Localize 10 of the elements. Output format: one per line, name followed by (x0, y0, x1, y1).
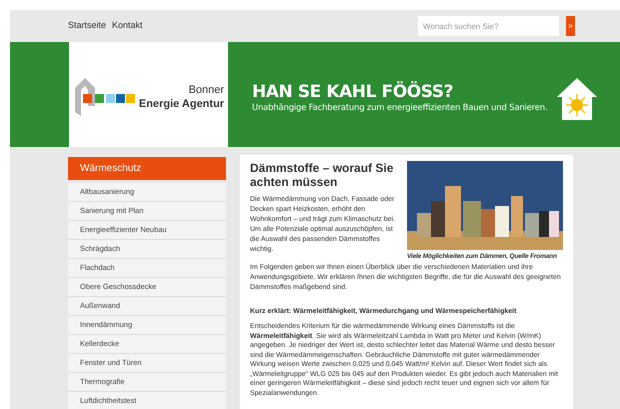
house-sun-icon (556, 76, 598, 120)
search-button[interactable]: » (566, 16, 575, 36)
logo-text: Energie Agentur (138, 98, 224, 112)
logo-text: Bonner (188, 84, 224, 98)
sidebar-heading: Wärmeschutz (68, 157, 226, 180)
nav-link[interactable]: Kontakt (112, 19, 143, 33)
nav-link[interactable]: Startseite (68, 19, 106, 33)
search-field[interactable]: Wonach suchen Sie? (418, 16, 559, 36)
banner-subtitle: Unabhängige Fachberatung zum energieeffizienten Bauen und Sanieren. (252, 104, 548, 113)
article-title: Dämmstoffe – worauf Sie achten müssen (250, 161, 394, 189)
